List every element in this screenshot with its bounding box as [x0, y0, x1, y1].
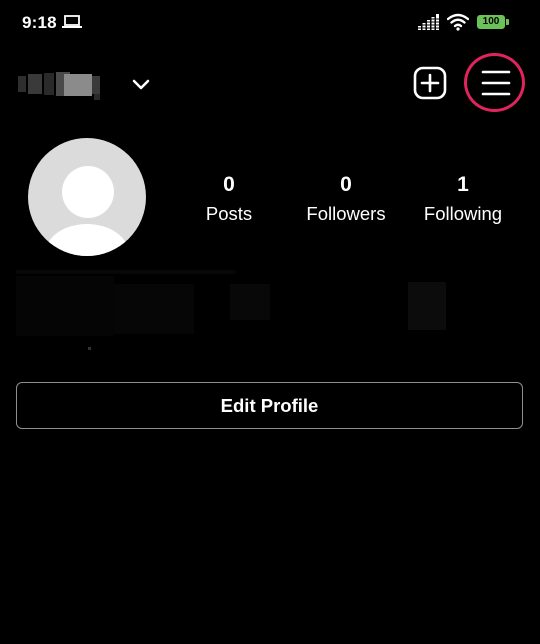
following-count: 1 — [457, 173, 469, 196]
followers-label: Followers — [306, 203, 386, 224]
followers-count: 0 — [340, 173, 352, 196]
edit-profile-button[interactable]: Edit Profile — [16, 382, 523, 429]
battery-level: 100 — [482, 16, 500, 27]
battery-icon: 100 — [477, 15, 509, 29]
chevron-down-icon[interactable] — [132, 79, 150, 91]
followers-stat[interactable]: 0 Followers — [286, 173, 406, 225]
following-label: Following — [423, 203, 503, 224]
bio-redacted — [16, 270, 446, 350]
status-time: 9:18 — [22, 13, 57, 32]
following-stat[interactable]: 1 Following — [403, 173, 523, 225]
posts-label: Posts — [205, 203, 253, 224]
wifi-icon — [447, 13, 469, 31]
signal-icon — [418, 14, 439, 30]
laptop-icon — [62, 15, 82, 28]
avatar[interactable] — [28, 138, 146, 256]
posts-stat[interactable]: 0 Posts — [169, 173, 289, 225]
posts-count: 0 — [223, 173, 235, 196]
menu-icon[interactable] — [481, 68, 511, 98]
username-redacted[interactable] — [18, 70, 116, 100]
default-avatar-icon — [62, 166, 114, 218]
create-icon[interactable] — [413, 66, 447, 100]
